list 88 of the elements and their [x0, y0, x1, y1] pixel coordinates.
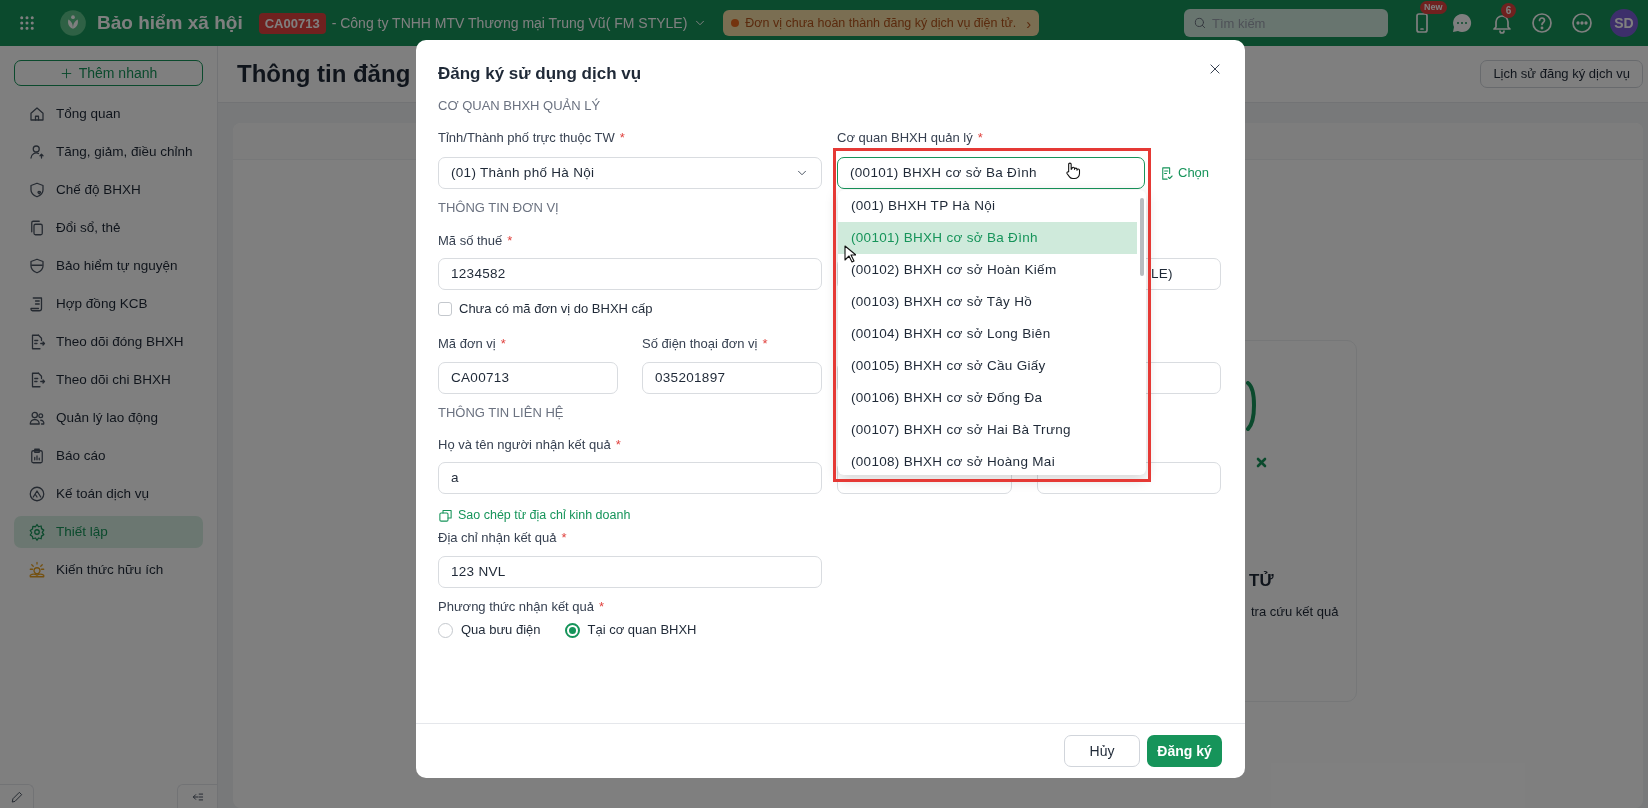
card-heading: TỬ [1249, 570, 1275, 592]
search-icon [1193, 16, 1207, 30]
dropdown-option[interactable]: (00106) BHXH cơ sở Đống Đa [838, 382, 1137, 414]
plus-icon [59, 66, 73, 80]
input-field[interactable]: a [438, 462, 822, 494]
unit-code-badge: CA00713 [258, 12, 326, 34]
field-label: Cơ quan BHXH quản lý * [837, 129, 984, 147]
section-heading: THÔNG TIN ĐƠN VỊ [438, 199, 559, 217]
arrow-cursor-icon [844, 245, 856, 263]
dropdown-option[interactable]: (00105) BHXH cơ sở Cầu Giấy [838, 350, 1137, 382]
shield-icon [28, 181, 46, 199]
sidebar-item[interactable]: Chế độ BHXH [14, 174, 203, 206]
scrollbar-thumb[interactable] [1139, 198, 1144, 276]
sidebar-item[interactable]: Kiến thức hữu ích [14, 554, 203, 586]
pencil-icon [9, 789, 24, 804]
users-icon [28, 409, 46, 427]
home-icon [28, 105, 46, 123]
page-title: Thông tin đăng [237, 59, 411, 89]
cross-icon [1256, 457, 1267, 468]
collapse-button[interactable] [177, 784, 217, 808]
app-title: Bảo hiểm xã hội [97, 10, 243, 35]
dialog-title: Đăng ký sử dụng dịch vụ [438, 63, 642, 86]
radio-option[interactable]: Tại cơ quan BHXH [564, 620, 697, 640]
input-field[interactable]: 123 NVL [438, 556, 822, 588]
radio-button[interactable] [564, 622, 580, 638]
checklist-icon [1159, 165, 1174, 181]
field-label: Phương thức nhận kết quả * [438, 598, 606, 616]
section-heading: CƠ QUAN BHXH QUẢN LÝ [438, 97, 601, 115]
province-select[interactable]: (01) Thành phố Hà Nội [438, 157, 822, 189]
company-selector[interactable]: - Công ty TNHH MTV Thương mại Trung Vũ( FM STYLE) [331, 12, 708, 34]
sidebar-item[interactable]: Bảo hiểm tự nguyện [14, 250, 203, 282]
sidebar-item[interactable]: Kế toán dịch vụ [14, 478, 203, 510]
sidebar-item[interactable]: Đổi sổ, thẻ [14, 212, 203, 244]
agency-select[interactable]: (00101) BHXH cơ sở Ba Đình [837, 157, 1145, 189]
checkbox-label: Chưa có mã đơn vị do BHXH cấp [459, 300, 653, 319]
user-avatar[interactable]: SD [1610, 9, 1638, 37]
apps-grid-icon[interactable] [18, 14, 36, 32]
checkbox[interactable] [438, 302, 452, 316]
lightbulb-icon [28, 561, 46, 579]
documents-icon [28, 219, 46, 237]
sidebar-item[interactable]: Theo dõi đóng BHXH [14, 326, 203, 358]
field-label: Mã số thuế * [438, 232, 514, 250]
dropdown-option[interactable]: (00107) BHXH cơ sở Hai Bà Trưng [838, 414, 1137, 446]
copy-icon [438, 507, 453, 523]
new-badge: New [1420, 1, 1447, 14]
dropdown-option[interactable]: (00101) BHXH cơ sở Ba Đình [838, 222, 1137, 254]
sidebar-item[interactable]: Báo cáo [14, 440, 203, 472]
sidebar-item[interactable]: Quản lý lao động [14, 402, 203, 434]
dot-icon [731, 19, 740, 27]
shield-icon [28, 257, 46, 275]
cancel-button[interactable]: Hủy [1064, 735, 1140, 767]
field-label: Họ và tên người nhận kết quả * [438, 436, 622, 454]
chat-icon[interactable] [1450, 11, 1474, 35]
field-label: Số điện thoại đơn vị * [642, 335, 769, 353]
dropdown-option[interactable]: (00104) BHXH cơ sở Long Biên [838, 318, 1137, 350]
sidebar-item[interactable]: Tổng quan [14, 98, 203, 130]
submit-button[interactable]: Đăng ký [1147, 735, 1222, 767]
dropdown-option[interactable]: (00102) BHXH cơ sở Hoàn Kiếm [838, 254, 1137, 286]
close-icon [1208, 62, 1222, 76]
edit-button[interactable] [0, 784, 34, 808]
card-text: tra cứu kết quả [1251, 602, 1340, 621]
dropdown-option[interactable]: (00108) BHXH cơ sở Hoàng Mai [838, 446, 1137, 475]
logo-icon [59, 9, 87, 37]
sidebar-item[interactable]: Tăng, giảm, điều chỉnh [14, 136, 203, 168]
copy-link[interactable]: Sao chép từ địa chỉ kinh doanh [438, 505, 631, 525]
notice-banner[interactable]: Đơn vị chưa hoàn thành đăng ký dịch vụ điện tử. › [723, 10, 1040, 36]
input-field[interactable]: CA00713 [438, 362, 618, 394]
settings-icon [28, 523, 46, 541]
clipboard-icon [28, 447, 46, 465]
history-button[interactable]: Lịch sử đăng ký dịch vụ [1480, 60, 1643, 88]
field-label: Tỉnh/Thành phố trực thuộc TW * [438, 129, 626, 147]
dropdown-option[interactable]: (00103) BHXH cơ sở Tây Hồ [838, 286, 1137, 318]
input-field[interactable]: 1234582 [438, 258, 822, 290]
circle-icon [28, 485, 46, 503]
section-heading: THÔNG TIN LIÊN HỆ [438, 404, 564, 422]
radio-option[interactable]: Qua bưu điện [438, 620, 541, 640]
sidebar-item[interactable]: Theo dõi chi BHXH [14, 364, 203, 396]
choose-link[interactable]: Chọn [1159, 163, 1210, 183]
input-field[interactable]: 035201897 [642, 362, 822, 394]
more-icon[interactable] [1570, 11, 1594, 35]
notification-badge: 6 [1501, 3, 1516, 18]
user-icon [28, 143, 46, 161]
help-icon[interactable] [1530, 11, 1554, 35]
dropdown-option[interactable]: (001) BHXH TP Hà Nội [838, 190, 1137, 222]
field-label: Địa chỉ nhận kết quả * [438, 529, 568, 547]
field-label: Mã đơn vị * [438, 335, 507, 353]
sidebar-item[interactable]: Hợp đồng KCB [14, 288, 203, 320]
quick-add-button[interactable]: Thêm nhanh [14, 60, 203, 86]
